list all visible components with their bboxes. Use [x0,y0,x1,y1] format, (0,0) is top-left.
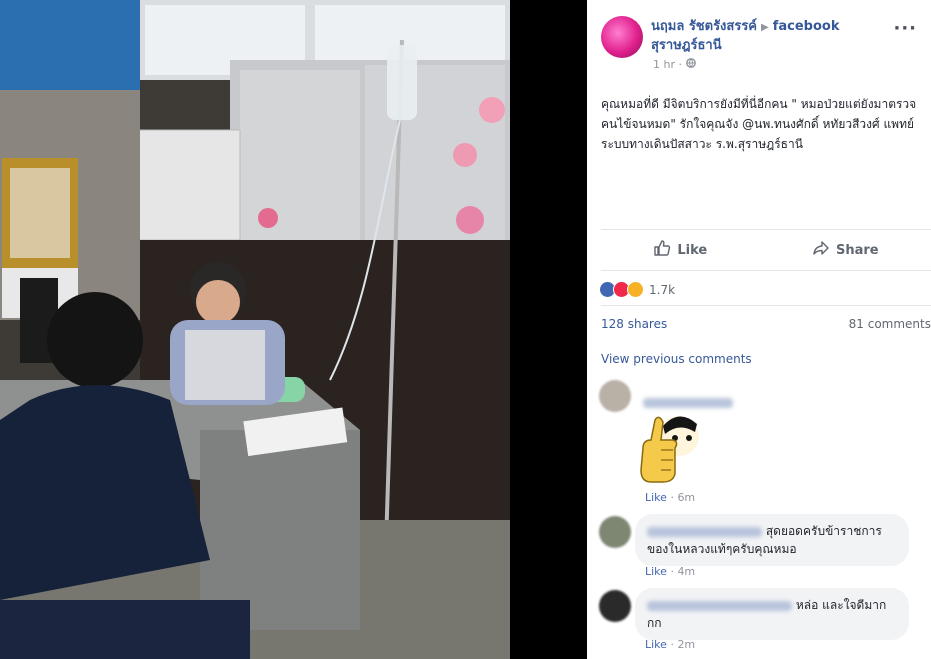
globe-icon [685,58,696,71]
comment-footer: Like · 2m [645,638,695,651]
comments-count[interactable]: 81 comments [849,317,931,331]
commenter-avatar[interactable] [599,590,631,622]
author-name[interactable]: นฤมล รัชตรังสรรค์ [651,19,757,34]
commenter-name[interactable] [647,524,762,538]
group-name-line2[interactable]: สุราษฎร์ธานี [651,38,722,53]
comment-like-link[interactable]: Like [645,565,667,578]
post-meta: 1 hr · [653,58,696,71]
post-sidebar: นฤมล รัชตรังสรรค์ ▶ facebook สุราษฎร์ธานี … [587,0,931,659]
reaction-count: 1.7k [649,282,676,297]
comment-time[interactable]: 4m [677,565,695,578]
thumbs-up-icon [653,239,671,261]
comment-bubble: สุดยอดครับข้าราชการของในหลวงแท้ๆครับคุณห… [635,514,909,566]
post-header: นฤมล รัชตรังสรรค์ ▶ facebook สุราษฎร์ธานี … [601,14,931,74]
photo-gap [510,0,587,659]
post-time[interactable]: 1 hr [653,58,675,71]
post-photo[interactable] [0,0,510,659]
comment-footer: Like · 4m [645,565,695,578]
like-label: Like [677,242,708,258]
share-label: Share [835,242,879,258]
view-previous-comments[interactable]: View previous comments [601,352,752,366]
comment-footer: Like · 6m [645,491,695,504]
thumbs-up-sticker [635,408,715,492]
author-line: นฤมล รัชตรังสรรค์ ▶ facebook สุราษฎร์ธานี [651,18,839,55]
commenter-avatar[interactable] [599,516,631,548]
like-button[interactable]: Like [653,239,707,261]
post-text: คุณหมอที่ดี มีจิตบริการยังมีที่นี่อีกคน … [601,97,917,151]
comment-like-link[interactable]: Like [645,491,667,504]
share-arrow-icon [812,239,830,261]
shares-count[interactable]: 128 shares [601,317,667,331]
ellipsis-icon[interactable]: ··· [893,18,917,39]
reactions-summary[interactable]: 1.7k [599,281,675,298]
group-name-line1[interactable]: facebook [773,19,840,34]
comment-time[interactable]: 2m [677,638,695,651]
comment-time[interactable]: 6m [677,491,695,504]
comment-bubble: หล่อ และใจดีมากกก [635,588,909,640]
share-button[interactable]: Share [812,239,879,261]
dot-separator: · [678,58,686,71]
right-arrow-icon: ▶ [761,22,769,33]
action-row: Like Share [601,229,931,271]
commenter-name[interactable] [647,598,792,612]
stats-row: 128 shares 81 comments [601,305,931,342]
comment-like-link[interactable]: Like [645,638,667,651]
photo-illustration [0,0,510,659]
wow-reaction-icon [627,281,644,298]
author-avatar[interactable] [601,16,643,58]
commenter-avatar[interactable] [599,380,631,412]
